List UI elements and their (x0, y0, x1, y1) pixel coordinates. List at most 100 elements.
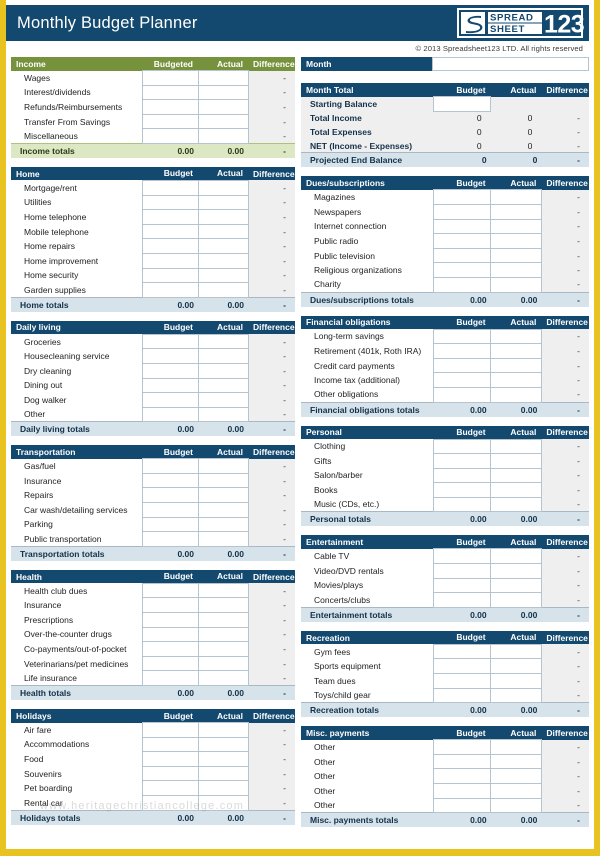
budget-cell[interactable] (141, 670, 199, 686)
actual-cell[interactable] (490, 189, 542, 205)
actual-cell[interactable] (197, 406, 249, 423)
budget-cell[interactable] (433, 753, 492, 770)
actual-cell[interactable] (197, 458, 249, 474)
budget-cell[interactable] (141, 655, 199, 672)
actual-cell[interactable] (490, 753, 542, 770)
actual-cell[interactable] (490, 783, 542, 799)
budget-cell[interactable] (141, 282, 199, 298)
actual-cell[interactable] (197, 794, 249, 811)
actual-cell[interactable] (197, 780, 249, 796)
budget-cell[interactable] (433, 233, 492, 249)
budget-cell[interactable] (141, 780, 199, 796)
budget-cell[interactable] (433, 577, 492, 594)
actual-cell[interactable] (490, 577, 542, 594)
actual-cell[interactable] (490, 687, 542, 704)
actual-cell[interactable] (197, 223, 249, 240)
budget-cell[interactable]: 0 (433, 138, 491, 153)
budget-cell[interactable] (433, 592, 492, 608)
budget-cell[interactable] (433, 372, 492, 388)
actual-cell[interactable] (197, 84, 249, 101)
budget-cell[interactable] (141, 70, 199, 86)
actual-cell[interactable] (490, 328, 542, 345)
actual-cell[interactable] (490, 658, 542, 675)
actual-cell[interactable] (490, 343, 542, 359)
budget-cell[interactable] (433, 739, 492, 755)
budget-cell[interactable] (433, 643, 492, 660)
actual-cell[interactable] (197, 531, 249, 547)
actual-cell[interactable] (197, 670, 249, 686)
budget-cell[interactable] (433, 218, 492, 235)
budget-cell[interactable] (433, 247, 492, 264)
budget-cell[interactable] (141, 612, 199, 628)
actual-cell[interactable] (197, 722, 249, 738)
budget-cell[interactable] (433, 386, 492, 403)
budget-cell[interactable] (141, 597, 199, 614)
actual-cell[interactable] (490, 438, 542, 455)
budget-cell[interactable] (433, 357, 492, 374)
actual-cell[interactable] (197, 194, 249, 211)
budget-cell[interactable] (141, 99, 199, 115)
actual-cell[interactable] (490, 96, 542, 112)
budget-cell[interactable] (433, 467, 492, 484)
budget-cell[interactable] (141, 113, 199, 130)
budget-cell[interactable] (141, 641, 199, 657)
budget-cell[interactable] (433, 343, 492, 359)
actual-cell[interactable] (490, 592, 542, 608)
actual-cell[interactable] (490, 247, 542, 264)
budget-cell[interactable] (141, 487, 199, 504)
actual-cell[interactable] (490, 203, 542, 220)
actual-cell[interactable] (197, 655, 249, 672)
actual-cell[interactable]: 0 (490, 125, 542, 139)
actual-cell[interactable] (197, 626, 249, 643)
actual-cell[interactable] (197, 751, 249, 767)
actual-cell[interactable] (490, 453, 542, 469)
budget-cell[interactable] (433, 496, 492, 513)
budget-cell[interactable] (141, 128, 199, 144)
budget-cell[interactable] (141, 406, 199, 423)
actual-cell[interactable] (490, 482, 542, 498)
budget-cell[interactable] (141, 502, 199, 518)
budget-cell[interactable] (433, 563, 492, 579)
actual-cell[interactable] (490, 768, 542, 784)
budget-cell[interactable] (141, 516, 199, 533)
budget-cell[interactable] (141, 348, 199, 364)
budget-cell[interactable] (141, 626, 199, 643)
actual-cell[interactable] (197, 238, 249, 254)
actual-cell[interactable] (490, 643, 542, 660)
actual-cell[interactable] (490, 372, 542, 388)
actual-cell[interactable] (490, 496, 542, 513)
actual-cell[interactable] (197, 392, 249, 408)
actual-cell[interactable] (490, 233, 542, 249)
budget-cell[interactable] (141, 392, 199, 408)
budget-cell[interactable] (141, 333, 199, 350)
budget-cell[interactable] (433, 783, 492, 799)
actual-cell[interactable] (197, 641, 249, 657)
actual-cell[interactable] (197, 113, 249, 130)
actual-cell[interactable] (197, 333, 249, 350)
budget-cell[interactable] (433, 262, 492, 278)
budget-cell[interactable] (141, 362, 199, 379)
budget-cell[interactable] (433, 438, 492, 455)
budget-cell[interactable]: 0 (433, 111, 491, 126)
budget-cell[interactable] (141, 252, 199, 269)
budget-cell[interactable] (433, 203, 492, 220)
actual-cell[interactable] (197, 612, 249, 628)
actual-cell[interactable] (197, 179, 249, 196)
budget-cell[interactable]: 0 (433, 125, 491, 139)
budget-cell[interactable] (141, 794, 199, 811)
actual-cell[interactable] (197, 209, 249, 225)
actual-cell[interactable] (197, 472, 249, 489)
budget-cell[interactable] (141, 751, 199, 767)
actual-cell[interactable] (490, 276, 542, 293)
budget-cell[interactable] (141, 377, 199, 394)
actual-cell[interactable] (490, 548, 542, 565)
budget-cell[interactable] (141, 179, 199, 196)
actual-cell[interactable] (490, 357, 542, 374)
budget-cell[interactable] (433, 482, 492, 498)
actual-cell[interactable] (490, 386, 542, 403)
actual-cell[interactable]: 0 (490, 111, 542, 126)
actual-cell[interactable] (197, 736, 249, 753)
actual-cell[interactable] (490, 797, 542, 814)
budget-cell[interactable] (141, 267, 199, 284)
actual-cell[interactable] (197, 362, 249, 379)
